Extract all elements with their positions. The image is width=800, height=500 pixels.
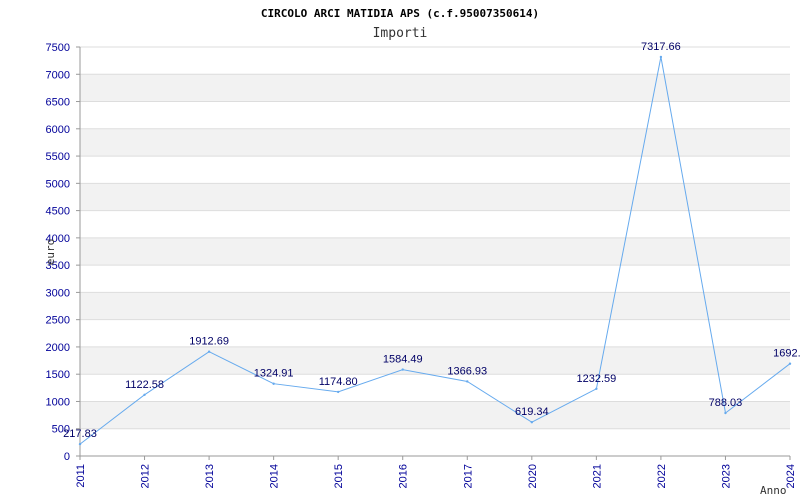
data-label: 1122.58 <box>125 379 164 391</box>
y-tick-label: 0 <box>64 451 70 463</box>
chart-subtitle: Importi <box>373 26 428 41</box>
data-point <box>788 362 792 365</box>
x-tick-label: 2020 <box>527 464 539 488</box>
y-tick-label: 2500 <box>46 315 70 327</box>
x-tick-label: 2011 <box>75 464 87 488</box>
y-tick-label: 1000 <box>46 396 70 408</box>
y-tick-label: 3000 <box>46 287 70 299</box>
data-label: 1692.4 <box>773 348 800 360</box>
data-label: 619.34 <box>515 406 549 418</box>
x-tick-label: 2021 <box>591 464 603 488</box>
data-label: 1366.93 <box>447 365 487 377</box>
y-tick-label: 1500 <box>46 369 70 381</box>
data-point <box>659 55 663 59</box>
plot-band <box>80 183 790 211</box>
data-label: 217.83 <box>63 428 97 440</box>
x-axis-label: Anno <box>760 484 787 497</box>
data-label: 1232.59 <box>576 373 616 385</box>
y-tick-label: 5000 <box>46 178 70 190</box>
y-tick-label: 5500 <box>46 151 70 163</box>
y-tick-label: 2000 <box>46 342 70 354</box>
data-point <box>401 368 404 371</box>
line-chart: CIRCOLO ARCI MATIDIA APS (c.f.9500735061… <box>44 7 800 497</box>
x-tick-label: 2014 <box>269 464 281 488</box>
data-point <box>78 442 82 446</box>
y-tick-label: 4500 <box>46 206 70 218</box>
plot-band <box>80 346 790 375</box>
x-tick-label: 2023 <box>720 464 732 488</box>
x-tick-label: 2016 <box>398 464 410 488</box>
plot-band <box>80 74 790 102</box>
data-label: 788.03 <box>709 397 743 409</box>
plot-band <box>80 128 790 157</box>
data-point <box>530 421 534 424</box>
x-tick-label: 2022 <box>656 464 668 488</box>
data-point <box>336 390 340 394</box>
y-tick-label: 6500 <box>46 97 70 109</box>
plot-band <box>80 237 790 266</box>
data-label: 1174.80 <box>319 376 358 388</box>
data-point <box>466 380 469 383</box>
y-axis-label: euro <box>44 239 57 266</box>
x-tick-label: 2012 <box>140 464 152 488</box>
y-tick-label: 7500 <box>46 42 70 54</box>
data-point <box>207 350 211 353</box>
y-tick-label: 6000 <box>46 124 70 136</box>
x-tick-label: 2013 <box>204 464 216 488</box>
data-label: 1584.49 <box>383 354 423 366</box>
x-tick-label: 2024 <box>785 464 797 488</box>
data-label: 1324.91 <box>254 368 294 380</box>
x-tick-labels: 2011 2012 2013 2014 2015 2016 2017 2020 2021 2022… <box>75 464 797 488</box>
data-label: 7317.66 <box>641 41 681 53</box>
data-label: 1912.69 <box>189 336 229 348</box>
plot-band <box>80 292 790 320</box>
x-tick-label: 2017 <box>462 464 474 488</box>
data-point <box>724 411 727 415</box>
y-tick-label: 7000 <box>46 69 70 81</box>
data-point <box>272 382 275 385</box>
data-point <box>595 387 598 390</box>
plot-band <box>80 401 790 429</box>
x-tick-label: 2015 <box>333 464 345 488</box>
data-point <box>143 393 146 396</box>
chart-title: CIRCOLO ARCI MATIDIA APS (c.f.9500735061… <box>261 7 539 20</box>
